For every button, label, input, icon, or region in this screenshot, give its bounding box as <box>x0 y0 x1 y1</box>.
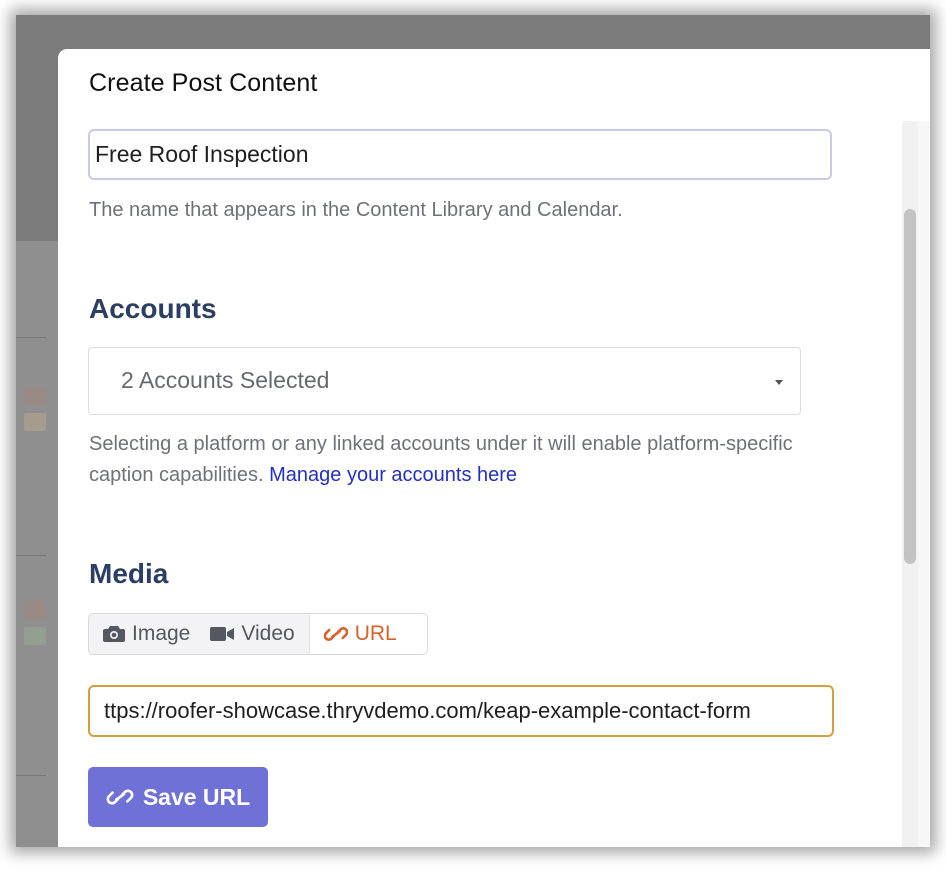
accounts-heading: Accounts <box>89 293 217 324</box>
create-post-modal: Create Post Content The name that appear… <box>58 49 930 847</box>
background-divider <box>16 337 46 338</box>
modal-edge <box>918 121 930 847</box>
url-input[interactable] <box>88 685 834 737</box>
save-url-button[interactable]: Save URL <box>88 767 268 827</box>
media-heading: Media <box>89 558 169 589</box>
tab-url-label: URL <box>354 622 397 645</box>
link-icon <box>323 623 348 645</box>
accounts-help: Selecting a platform or any linked accou… <box>89 429 859 491</box>
link-icon <box>106 785 134 809</box>
background-thumbnail <box>24 601 46 619</box>
tab-video-label: Video <box>241 622 295 645</box>
post-name-input[interactable] <box>88 129 832 180</box>
accounts-selected-value: 2 Accounts Selected <box>121 367 330 393</box>
tab-image[interactable]: Image <box>89 614 204 654</box>
background-thumbnail <box>24 387 46 405</box>
background-divider <box>16 555 46 556</box>
accounts-select[interactable]: 2 Accounts Selected <box>88 347 801 415</box>
save-url-label: Save URL <box>142 783 251 810</box>
modal-title: Create Post Content <box>89 69 318 97</box>
tab-url[interactable]: URL <box>308 614 427 654</box>
tab-image-label: Image <box>132 622 191 645</box>
video-icon <box>210 626 235 642</box>
manage-accounts-link[interactable]: Manage your accounts here <box>269 464 517 486</box>
post-name-help: The name that appears in the Content Lib… <box>89 199 623 221</box>
caret-down-icon <box>775 380 783 385</box>
tab-video[interactable]: Video <box>204 614 308 654</box>
background-thumbnail <box>24 627 46 645</box>
scrollbar-thumb[interactable] <box>904 209 916 564</box>
background-thumbnail <box>24 413 46 431</box>
camera-icon <box>103 625 125 643</box>
media-type-tabs: Image Video URL <box>88 613 428 655</box>
background-divider <box>16 775 46 776</box>
screenshot-frame: Create Post Content The name that appear… <box>16 15 930 847</box>
